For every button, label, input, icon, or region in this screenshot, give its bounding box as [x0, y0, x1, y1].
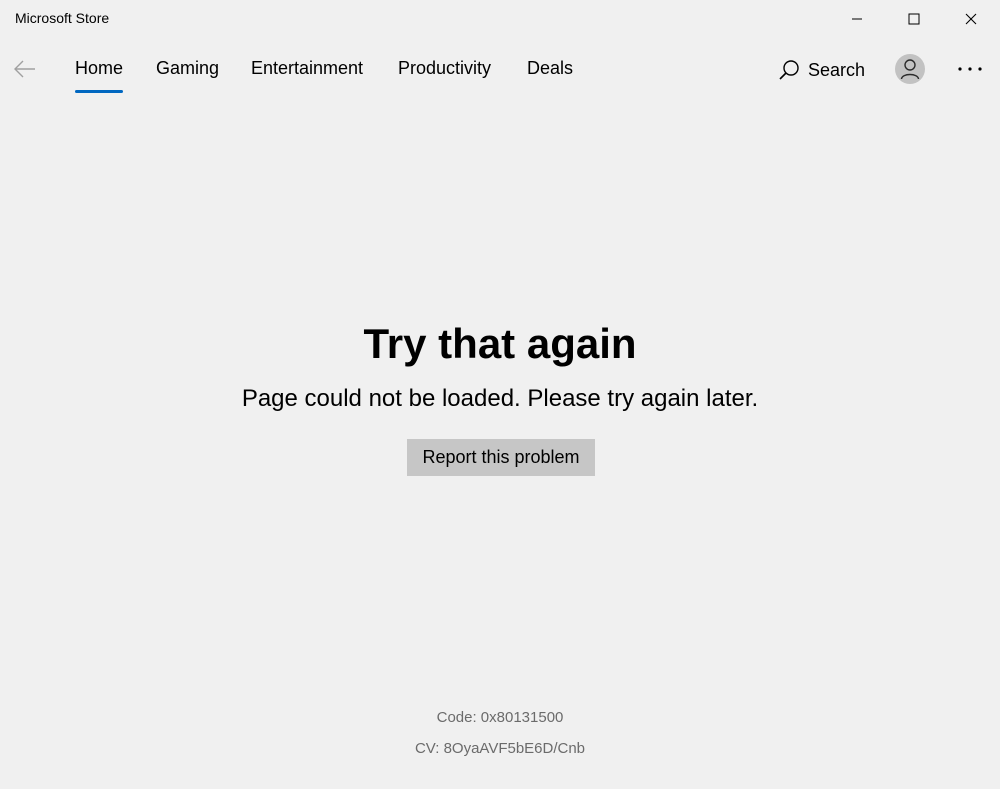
back-button[interactable]	[6, 50, 44, 88]
tab-productivity[interactable]: Productivity	[398, 58, 491, 96]
tab-productivity-label: Productivity	[398, 58, 492, 78]
account-avatar-button[interactable]	[895, 54, 925, 84]
maximize-icon	[908, 13, 920, 25]
tab-gaming[interactable]: Gaming	[156, 58, 219, 96]
tab-deals-label: Deals	[527, 58, 574, 78]
store-window: Microsoft Store Home Gaming Entertainmen…	[0, 0, 1000, 789]
minimize-icon	[852, 18, 862, 20]
tab-deals[interactable]: Deals	[527, 58, 573, 96]
tab-entertainment-label: Entertainment	[251, 58, 364, 78]
report-problem-button[interactable]: Report this problem	[407, 439, 595, 476]
user-avatar-icon	[900, 59, 920, 80]
search-icon	[779, 60, 799, 80]
back-arrow-icon	[14, 60, 35, 78]
search-label: Search	[808, 59, 866, 80]
search-button[interactable]: Search	[778, 57, 865, 83]
maximize-button[interactable]	[891, 0, 937, 38]
tab-home[interactable]: Home	[75, 58, 124, 96]
close-button[interactable]	[948, 0, 994, 38]
tab-gaming-label: Gaming	[156, 58, 220, 78]
nav-bar: Home Gaming Entertainment Productivity D…	[0, 38, 1000, 100]
app-title: Microsoft Store	[15, 10, 110, 26]
error-code: Code: 0x80131500	[436, 709, 564, 726]
correlation-vector: CV: 8OyaAVF5bE6D/Cnb	[414, 740, 586, 757]
title-bar: Microsoft Store	[0, 0, 1000, 38]
error-title: Try that again	[363, 320, 637, 367]
more-options-button[interactable]	[952, 54, 988, 84]
error-message: Page could not be loaded. Please try aga…	[241, 385, 759, 412]
tab-home-label: Home	[75, 58, 124, 78]
close-icon	[965, 13, 977, 25]
tab-entertainment[interactable]: Entertainment	[251, 58, 363, 96]
minimize-button[interactable]	[834, 0, 880, 38]
more-options-icon	[958, 67, 982, 71]
